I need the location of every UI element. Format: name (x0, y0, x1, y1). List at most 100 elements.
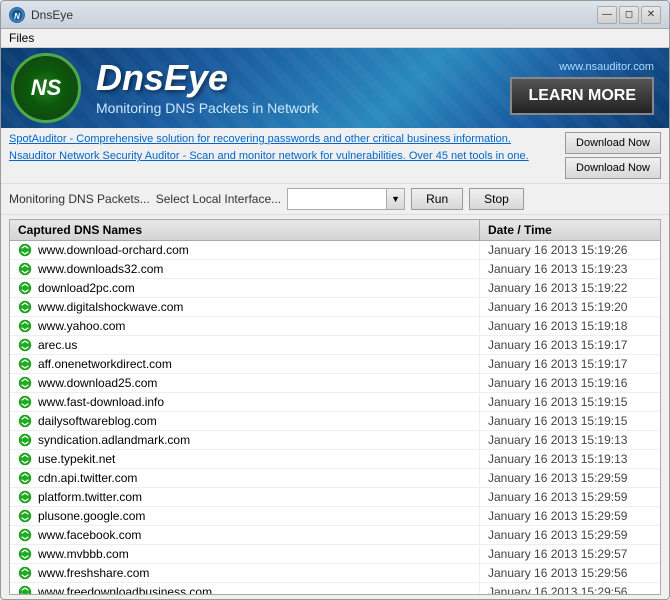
dns-arrow-icon (18, 528, 32, 542)
dns-arrow-icon (18, 319, 32, 333)
dns-arrow-icon (18, 547, 32, 561)
cell-date-text: January 16 2013 15:19:16 (480, 374, 660, 392)
table-row[interactable]: dailysoftwareblog.comJanuary 16 2013 15:… (10, 412, 660, 431)
dns-name-text: www.download25.com (38, 376, 157, 390)
cell-dns-name: aff.onenetworkdirect.com (10, 355, 480, 373)
cell-dns-name: arec.us (10, 336, 480, 354)
menu-bar: Files (1, 29, 669, 48)
cell-dns-name: www.digitalshockwave.com (10, 298, 480, 316)
dns-arrow-icon (18, 490, 32, 504)
ad-link-1[interactable]: SpotAuditor - Comprehensive solution for… (9, 132, 561, 147)
cell-dns-name: platform.twitter.com (10, 488, 480, 506)
cell-dns-name: www.freedownloadbusiness.com (10, 583, 480, 595)
dns-name-text: cdn.api.twitter.com (38, 471, 137, 485)
dns-arrow-icon (18, 281, 32, 295)
banner-domain: www.nsauditor.com (510, 61, 654, 73)
dropdown-arrow-icon[interactable]: ▼ (387, 188, 405, 210)
banner-logo: NS (11, 53, 81, 123)
dns-name-text: www.mvbbb.com (38, 547, 129, 561)
dns-name-text: www.yahoo.com (38, 319, 125, 333)
dns-arrow-icon (18, 452, 32, 466)
cell-date-text: January 16 2013 15:19:17 (480, 336, 660, 354)
dns-arrow-icon (18, 566, 32, 580)
interface-label: Select Local Interface... (156, 192, 281, 206)
title-bar-left: N DnsEye (9, 7, 73, 23)
cell-date-text: January 16 2013 15:19:15 (480, 412, 660, 430)
learn-more-button[interactable]: LEARN MORE (510, 77, 654, 115)
cell-dns-name: plusone.google.com (10, 507, 480, 525)
cell-dns-name: use.typekit.net (10, 450, 480, 468)
banner-title: DnsEye (96, 60, 510, 96)
files-menu[interactable]: Files (9, 31, 34, 45)
table-row[interactable]: www.freshshare.com January 16 2013 15:29:… (10, 564, 660, 583)
cell-date-text: January 16 2013 15:19:26 (480, 241, 660, 259)
ad-buttons: Download Now Download Now (565, 132, 661, 179)
cell-date-text: January 16 2013 15:19:15 (480, 393, 660, 411)
download-button-2[interactable]: Download Now (565, 157, 661, 179)
stop-button[interactable]: Stop (469, 188, 524, 210)
title-bar: N DnsEye — ◻ ✕ (1, 1, 669, 29)
cell-date-text: January 16 2013 15:29:59 (480, 469, 660, 487)
dns-arrow-icon (18, 262, 32, 276)
dns-name-text: www.download-orchard.com (38, 243, 189, 257)
table-row[interactable]: www.yahoo.comJanuary 16 2013 15:19:18 (10, 317, 660, 336)
dns-arrow-icon (18, 376, 32, 390)
ad-link-2[interactable]: Nsauditor Network Security Auditor - Sca… (9, 149, 561, 164)
cell-date-text: January 16 2013 15:29:56 (480, 564, 660, 582)
table-row[interactable]: www.freedownloadbusiness.comJanuary 16 2… (10, 583, 660, 595)
dns-name-text: www.facebook.com (38, 528, 141, 542)
dns-name-text: www.freshshare.com (38, 566, 149, 580)
table-row[interactable]: platform.twitter.comJanuary 16 2013 15:2… (10, 488, 660, 507)
table-row[interactable]: www.download25.com January 16 2013 15:19:… (10, 374, 660, 393)
banner: NS DnsEye Monitoring DNS Packets in Netw… (1, 48, 669, 128)
ad-links: SpotAuditor - Comprehensive solution for… (9, 132, 561, 179)
dns-arrow-icon (18, 471, 32, 485)
dns-table: Captured DNS Names Date / Time www.downl… (9, 219, 661, 595)
table-row[interactable]: www.digitalshockwave.com January 16 2013 … (10, 298, 660, 317)
cell-date-text: January 16 2013 15:19:20 (480, 298, 660, 316)
minimize-button[interactable]: — (597, 6, 617, 24)
table-row[interactable]: www.fast-download.info January 16 2013 15… (10, 393, 660, 412)
table-row[interactable]: aff.onenetworkdirect.comJanuary 16 2013 … (10, 355, 660, 374)
dns-arrow-icon (18, 585, 32, 595)
dns-name-text: www.digitalshockwave.com (38, 300, 183, 314)
cell-dns-name: www.download25.com (10, 374, 480, 392)
table-row[interactable]: use.typekit.netJanuary 16 2013 15:19:13 (10, 450, 660, 469)
close-button[interactable]: ✕ (641, 6, 661, 24)
cell-dns-name: dailysoftwareblog.com (10, 412, 480, 430)
col-header-date: Date / Time (480, 220, 660, 240)
restore-button[interactable]: ◻ (619, 6, 639, 24)
dns-arrow-icon (18, 357, 32, 371)
cell-dns-name: www.downloads32.com (10, 260, 480, 278)
interface-dropdown[interactable]: ▼ (287, 188, 405, 210)
dns-name-text: arec.us (38, 338, 77, 352)
cell-date-text: January 16 2013 15:29:59 (480, 507, 660, 525)
table-row[interactable]: www.download-orchard.com January 16 2013 … (10, 241, 660, 260)
cell-dns-name: www.download-orchard.com (10, 241, 480, 259)
table-row[interactable]: www.mvbbb.com January 16 2013 15:29:57 (10, 545, 660, 564)
table-row[interactable]: arec.us January 16 2013 15:19:17 (10, 336, 660, 355)
dns-arrow-icon (18, 433, 32, 447)
table-row[interactable]: www.downloads32.comJanuary 16 2013 15:19… (10, 260, 660, 279)
dns-name-text: www.fast-download.info (38, 395, 164, 409)
interface-input[interactable] (287, 188, 387, 210)
dns-arrow-icon (18, 243, 32, 257)
dns-name-text: syndication.adlandmark.com (38, 433, 190, 447)
table-row[interactable]: www.facebook.comJanuary 16 2013 15:29:59 (10, 526, 660, 545)
dns-name-text: use.typekit.net (38, 452, 115, 466)
cell-dns-name: www.yahoo.com (10, 317, 480, 335)
table-row[interactable]: cdn.api.twitter.com January 16 2013 15:29… (10, 469, 660, 488)
table-row[interactable]: syndication.adlandmark.comJanuary 16 201… (10, 431, 660, 450)
dns-name-text: plusone.google.com (38, 509, 145, 523)
banner-right: www.nsauditor.com LEARN MORE (510, 61, 669, 115)
cell-date-text: January 16 2013 15:19:17 (480, 355, 660, 373)
dns-name-text: www.downloads32.com (38, 262, 163, 276)
cell-dns-name: www.mvbbb.com (10, 545, 480, 563)
table-body: www.download-orchard.com January 16 2013 … (10, 241, 660, 595)
table-row[interactable]: download2pc.comJanuary 16 2013 15:19:22 (10, 279, 660, 298)
dns-name-text: platform.twitter.com (38, 490, 142, 504)
run-button[interactable]: Run (411, 188, 463, 210)
table-row[interactable]: plusone.google.com January 16 2013 15:29:… (10, 507, 660, 526)
cell-date-text: January 16 2013 15:29:57 (480, 545, 660, 563)
download-button-1[interactable]: Download Now (565, 132, 661, 154)
